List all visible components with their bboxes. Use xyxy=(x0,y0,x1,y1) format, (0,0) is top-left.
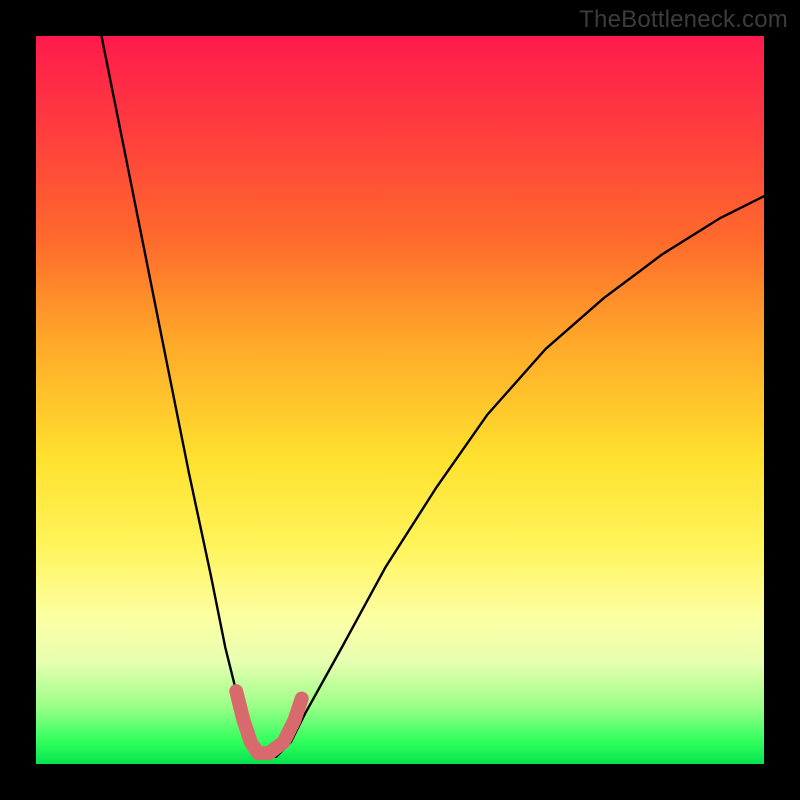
marker-u xyxy=(236,691,302,753)
chart-svg xyxy=(36,36,764,764)
plot-area xyxy=(36,36,764,764)
bottleneck-curve xyxy=(102,36,765,757)
outer-frame: TheBottleneck.com xyxy=(0,0,800,800)
watermark-text: TheBottleneck.com xyxy=(579,6,788,34)
